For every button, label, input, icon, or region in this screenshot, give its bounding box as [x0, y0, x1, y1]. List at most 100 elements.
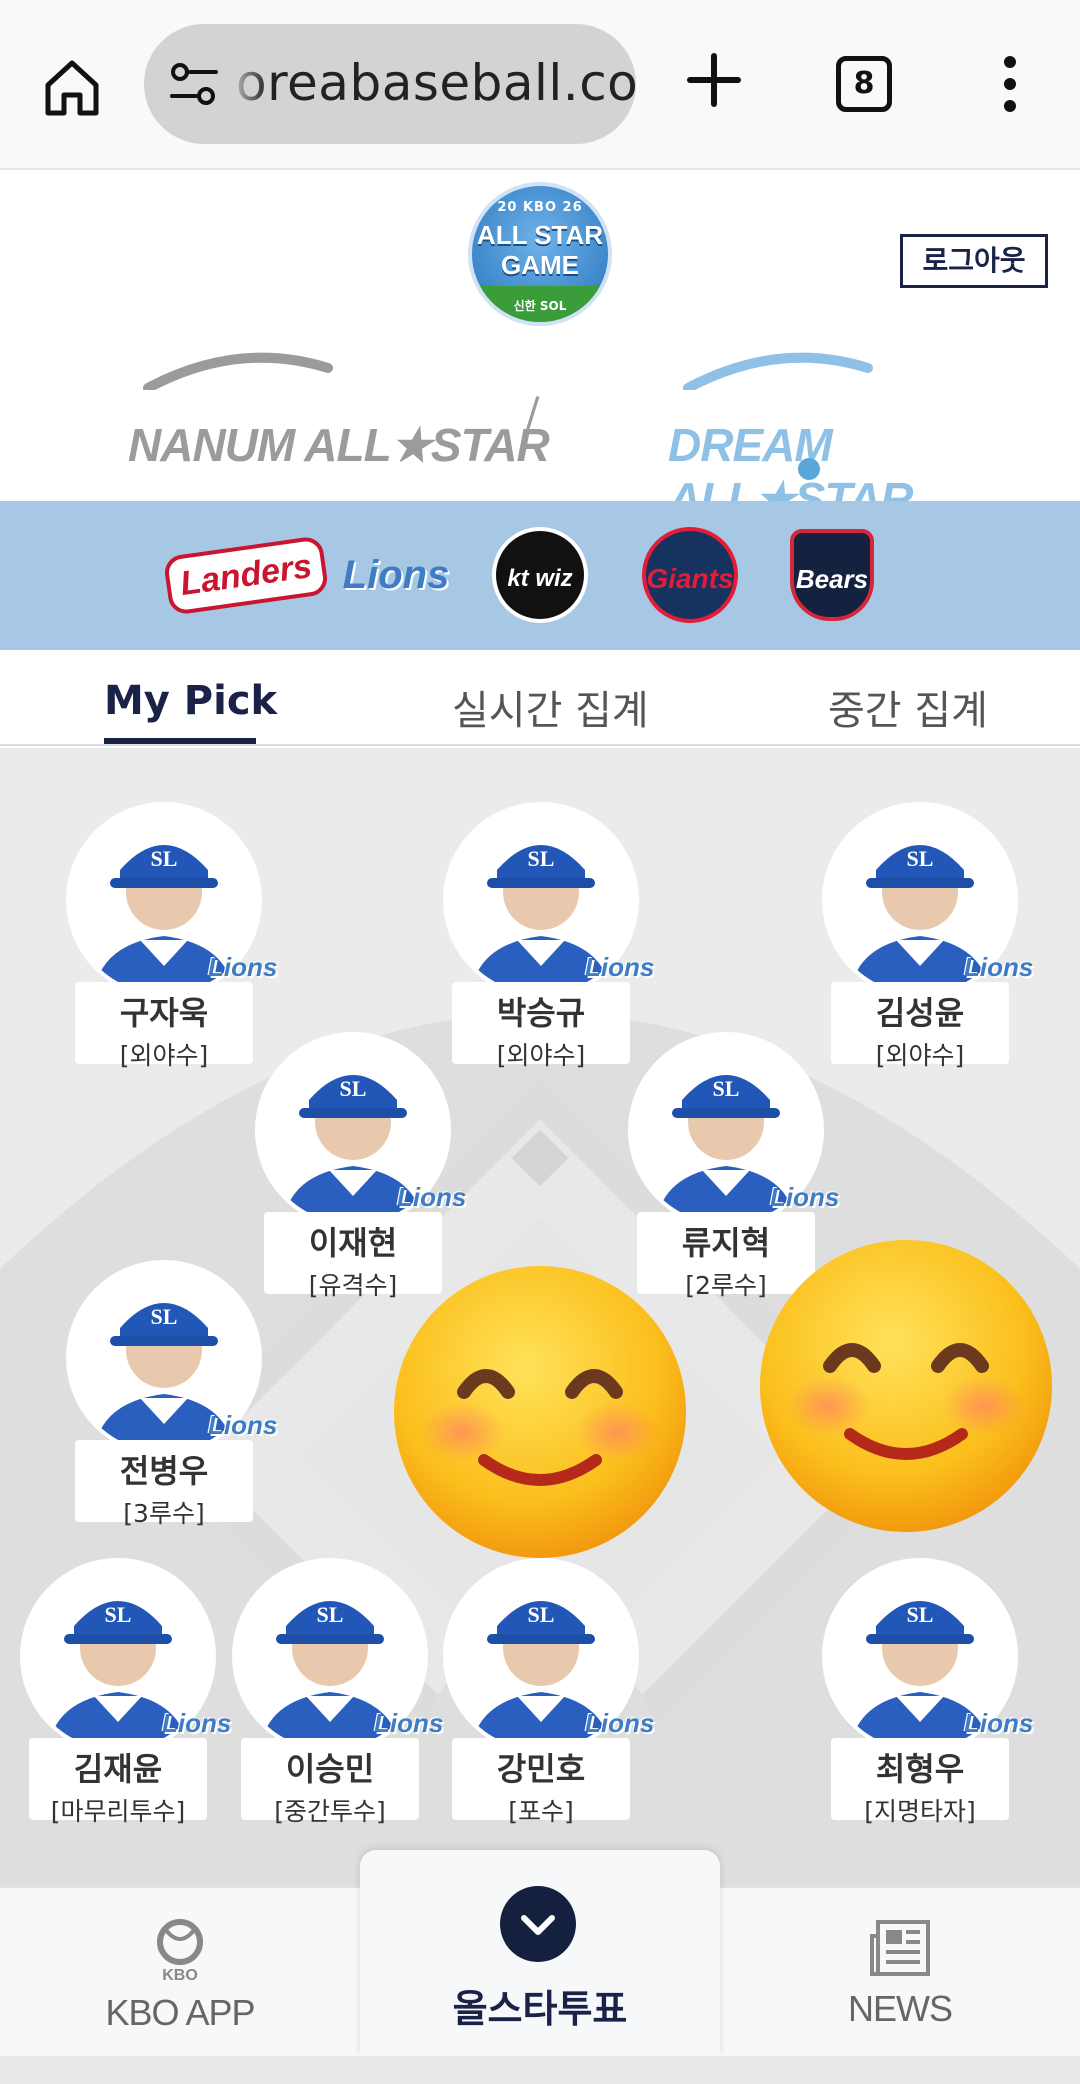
vote-toggle-button[interactable]: [500, 1886, 576, 1962]
url-text: oreabaseball.com: [236, 54, 636, 112]
player-card[interactable]: SL Lions 최형우 [지명타자]: [822, 1558, 1033, 1828]
player-position: [포수]: [508, 1797, 574, 1826]
team-lions-logo[interactable]: Lions: [334, 529, 458, 621]
team-logo-band: Landers Lions kt wiz Giants Bears: [0, 501, 1080, 650]
tab-switcher-button[interactable]: 8: [836, 56, 892, 112]
newspaper-icon: [870, 1920, 930, 1976]
player-name: 이재현: [308, 1224, 398, 1262]
player-position: [외야수]: [119, 1041, 209, 1070]
system-bottom-strip: [0, 2056, 1080, 2084]
player-card[interactable]: SL Lions 전병우 [3루수]: [66, 1260, 277, 1530]
lions-mark-icon: Lions: [208, 1410, 278, 1440]
player-card[interactable]: SL Lions 강민호 [포수]: [443, 1558, 654, 1828]
pick-tabs: My Pick 실시간 집계 중간 집계: [0, 650, 1080, 746]
player-card[interactable]: SL Lions 이재현 [유격수]: [255, 1032, 466, 1302]
lions-mark-icon: Lions: [397, 1182, 467, 1212]
allstar-vote-tab[interactable]: 올스타투표: [360, 1850, 720, 2056]
nav-news[interactable]: NEWS: [790, 1918, 1010, 2030]
lions-mark-icon: Lions: [208, 952, 278, 982]
team-giants-logo[interactable]: Giants: [628, 527, 752, 623]
player-card[interactable]: SL Lions 박승규 [외야수]: [443, 802, 654, 1072]
player-card[interactable]: SL Lions 이승민 [중간투수]: [232, 1558, 443, 1828]
smiling-face-emoji-icon: [760, 1240, 1052, 1532]
player-nameplate: 전병우 [3루수]: [75, 1440, 253, 1528]
more-options-icon[interactable]: [990, 54, 1030, 114]
tab-live-tally[interactable]: 실시간 집계: [452, 678, 649, 736]
player-card[interactable]: SL Lions 김재윤 [마무리투수]: [20, 1558, 231, 1828]
svg-text:SL: SL: [528, 846, 555, 871]
swoosh-icon: [683, 352, 873, 390]
home-icon[interactable]: [40, 55, 104, 119]
player-position: [외야수]: [875, 1041, 965, 1070]
lions-mark-icon: Lions: [585, 1708, 655, 1738]
svg-text:SL: SL: [317, 1602, 344, 1627]
baseball-field: SL Lions 구자욱 [외야수] SL Lions 박승규 [외야수] SL…: [0, 748, 1080, 1886]
svg-text:SL: SL: [151, 846, 178, 871]
lions-mark-icon: Lions: [964, 1708, 1034, 1738]
svg-text:SL: SL: [105, 1602, 132, 1627]
selected-league-indicator: [798, 458, 820, 480]
svg-text:SL: SL: [151, 1304, 178, 1329]
logo-sponsor-text: 신한 SOL: [513, 299, 567, 313]
team-bears-logo[interactable]: Bears: [770, 529, 894, 621]
smiling-face-emoji-icon: [394, 1266, 686, 1558]
tab-my-pick[interactable]: My Pick: [104, 678, 277, 724]
swoosh-icon: [143, 352, 333, 390]
lions-mark-icon: Lions: [162, 1708, 232, 1738]
player-nameplate: 김성윤 [외야수]: [831, 982, 1009, 1070]
player-nameplate: 최형우 [지명타자]: [831, 1738, 1009, 1826]
player-nameplate: 이승민 [중간투수]: [241, 1738, 419, 1826]
tab-interim-tally[interactable]: 중간 집계: [828, 678, 988, 736]
league-separator: /: [526, 390, 540, 436]
lions-mark-icon: Lions: [585, 952, 655, 982]
active-tab-underline: [104, 738, 256, 744]
nav-kbo-app-label: KBO APP: [105, 1992, 255, 2033]
team-ktwiz-logo[interactable]: kt wiz: [478, 527, 602, 623]
new-tab-icon[interactable]: [686, 52, 742, 108]
league-nanum-label: NANUM ALL★STAR: [128, 419, 550, 471]
svg-text:SL: SL: [340, 1076, 367, 1101]
url-fade: [228, 44, 268, 124]
lions-mark-icon: Lions: [374, 1708, 444, 1738]
player-name: 전병우: [119, 1452, 209, 1490]
svg-text:SL: SL: [907, 846, 934, 871]
league-dream[interactable]: DREAM ALL★STAR: [668, 352, 1080, 525]
player-name: 김성윤: [875, 994, 965, 1032]
player-nameplate: 강민호 [포수]: [452, 1738, 630, 1826]
nav-news-label: NEWS: [848, 1988, 953, 2029]
svg-text:SL: SL: [528, 1602, 555, 1627]
league-nanum[interactable]: NANUM ALL★STAR: [128, 352, 550, 471]
logo-year-text: 20 KBO 26: [497, 200, 583, 215]
lions-mark-icon: Lions: [964, 952, 1034, 982]
team-landers-logo[interactable]: Landers: [162, 529, 330, 621]
player-name: 박승규: [496, 994, 586, 1032]
player-nameplate: 구자욱 [외야수]: [75, 982, 253, 1070]
vote-tab-label: 올스타투표: [452, 1987, 628, 2031]
player-position: [3루수]: [123, 1499, 205, 1528]
player-name: 최형우: [875, 1750, 965, 1788]
player-card[interactable]: SL Lions 구자욱 [외야수]: [66, 802, 277, 1072]
league-selector: NANUM ALL★STAR / DREAM ALL★STAR: [0, 352, 1080, 525]
player-card[interactable]: SL Lions 김성윤 [외야수]: [822, 802, 1033, 1072]
site-settings-icon[interactable]: [168, 60, 220, 110]
svg-text:SL: SL: [713, 1076, 740, 1101]
player-name: 이승민: [285, 1750, 375, 1788]
address-bar[interactable]: oreabaseball.com: [144, 24, 636, 144]
svg-text:SL: SL: [907, 1602, 934, 1627]
logout-button[interactable]: 로그아웃: [900, 234, 1048, 288]
player-nameplate: 김재윤 [마무리투수]: [29, 1738, 207, 1826]
player-name: 구자욱: [119, 994, 209, 1032]
player-position: [지명타자]: [864, 1797, 976, 1826]
kbo-logo-text: KBO: [162, 1967, 198, 1982]
player-position: [마무리투수]: [50, 1797, 186, 1826]
player-name: 강민호: [496, 1750, 586, 1788]
logo-title-text: ALL STAR GAME: [476, 220, 604, 280]
player-name: 김재윤: [73, 1750, 163, 1788]
kbo-logo-icon: KBO: [157, 1919, 203, 1984]
chevron-down-icon: [521, 1915, 555, 1935]
player-nameplate: 박승규 [외야수]: [452, 982, 630, 1070]
lions-mark-icon: Lions: [770, 1182, 840, 1212]
browser-toolbar: oreabaseball.com 8: [0, 0, 1080, 170]
nav-kbo-app[interactable]: KBO KBO APP: [70, 1918, 290, 2034]
allstar-game-logo[interactable]: 20 KBO 26 ALL STAR GAME 신한 SOL: [468, 182, 612, 326]
